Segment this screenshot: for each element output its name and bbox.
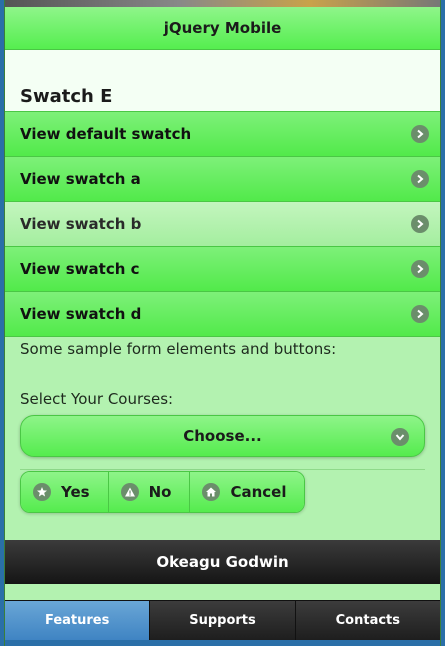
yes-label: Yes <box>61 483 90 501</box>
alert-icon <box>120 483 139 501</box>
list-item-label: View default swatch <box>20 125 192 143</box>
page-footer: Okeagu Godwin <box>5 540 440 584</box>
list-item-default-swatch[interactable]: View default swatch <box>5 112 440 157</box>
swatch-list: View default swatch View swatch a View s… <box>5 111 440 337</box>
no-label: No <box>148 483 172 501</box>
bottom-strip <box>5 640 440 646</box>
list-item-swatch-b[interactable]: View swatch b <box>5 202 440 247</box>
yes-button[interactable]: Yes <box>21 472 109 512</box>
divider <box>20 469 425 470</box>
cancel-label: Cancel <box>230 483 287 501</box>
arrow-right-icon <box>411 170 429 188</box>
home-icon <box>202 483 221 501</box>
star-icon <box>33 483 51 501</box>
select-value: Choose... <box>183 427 262 445</box>
page-header: jQuery Mobile <box>5 7 440 50</box>
chevron-down-icon <box>391 428 409 446</box>
list-item-label: View swatch d <box>20 305 142 323</box>
select-label: Select Your Courses: <box>20 390 174 408</box>
list-item-swatch-c[interactable]: View swatch c <box>5 247 440 292</box>
navbar: Features Supports Contacts <box>5 600 440 640</box>
list-item-label: View swatch c <box>20 260 140 278</box>
tab-contacts[interactable]: Contacts <box>295 601 440 640</box>
arrow-right-icon <box>411 215 429 233</box>
swatch-title: Swatch E <box>20 86 113 107</box>
button-group: Yes No Cancel <box>20 471 306 513</box>
form-intro-text: Some sample form elements and buttons: <box>20 340 337 358</box>
cancel-button[interactable]: Cancel <box>190 472 305 512</box>
tab-label: Supports <box>189 613 256 628</box>
courses-select[interactable]: Choose... <box>20 415 425 457</box>
arrow-right-icon <box>411 260 429 278</box>
tab-label: Contacts <box>335 613 400 628</box>
footer-title: Okeagu Godwin <box>156 553 289 571</box>
no-button[interactable]: No <box>108 472 191 512</box>
top-strip <box>5 0 440 7</box>
tab-features[interactable]: Features <box>5 601 151 640</box>
arrow-right-icon <box>411 125 429 143</box>
list-item-label: View swatch a <box>20 170 141 188</box>
tab-label: Features <box>44 613 110 628</box>
tab-supports[interactable]: Supports <box>150 601 296 640</box>
list-item-swatch-a[interactable]: View swatch a <box>5 157 440 202</box>
list-item-swatch-d[interactable]: View swatch d <box>5 292 440 337</box>
list-item-label: View swatch b <box>20 215 142 233</box>
page-title: jQuery Mobile <box>163 19 282 37</box>
app-frame: jQuery Mobile Swatch E View default swat… <box>4 0 441 646</box>
arrow-right-icon <box>411 305 429 323</box>
